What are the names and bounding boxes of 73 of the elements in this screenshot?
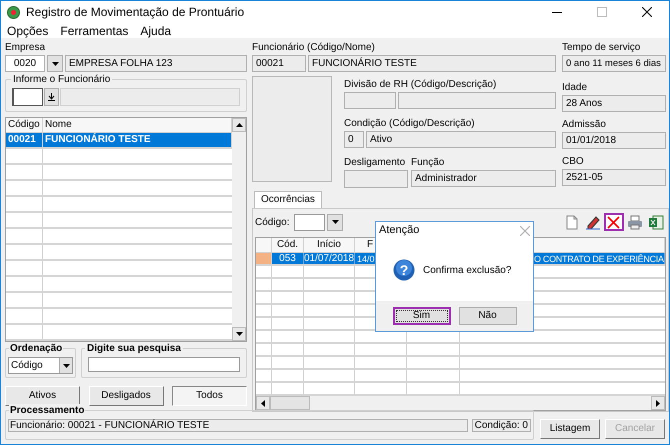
text-field[interactable]: 28 Anos [562, 95, 666, 112]
field-label: Idade [562, 81, 588, 94]
input-field[interactable] [12, 88, 43, 106]
search-field[interactable] [88, 357, 240, 372]
combo-box[interactable]: Código [8, 357, 73, 374]
close-icon [520, 226, 530, 236]
field-label: Função [411, 156, 446, 169]
table-cell: 00021 [6, 133, 43, 148]
field-label: Admissão [562, 118, 607, 131]
dropdown-button[interactable] [327, 214, 344, 230]
code-field[interactable]: 0 [344, 131, 364, 148]
description-field[interactable] [398, 92, 556, 109]
group-label: Ordenação [9, 342, 64, 355]
filter-button[interactable]: Ativos [5, 386, 80, 406]
vertical-scrollbar[interactable] [232, 118, 246, 341]
scroll-up-icon[interactable] [236, 123, 242, 128]
horizontal-scrollbar[interactable] [256, 396, 665, 410]
name-field[interactable]: EMPRESA FOLHA 123 [65, 55, 247, 72]
field-label: Código: [255, 216, 290, 228]
group-label: Digite sua pesquisa [85, 342, 183, 355]
caret-down-icon[interactable] [62, 364, 70, 368]
scroll-left-icon[interactable] [261, 400, 265, 406]
delete-icon[interactable] [604, 213, 624, 231]
input-field[interactable] [294, 214, 326, 230]
dialog-title: Atenção [379, 224, 420, 237]
field-label: Funcionário (Código/Nome) [252, 41, 376, 54]
table-cell: 053 [272, 253, 304, 264]
scroll-down-icon[interactable] [236, 332, 242, 336]
status-field: Condição: 0 [472, 419, 531, 432]
code-field[interactable]: 0020 [5, 55, 45, 72]
field-label: Condição (Código/Descrição) [344, 117, 476, 130]
text-field[interactable]: 0 ano 11 meses 6 dias [562, 55, 666, 72]
caret-down-icon [332, 220, 339, 224]
column-header[interactable]: Código [6, 118, 43, 132]
action-button[interactable]: Listagem [540, 419, 600, 439]
field-label: Tempo de serviço [562, 41, 642, 54]
menu-item[interactable]: Ajuda [140, 24, 172, 38]
table-row[interactable]: 00021 FUNCIONÁRIO TESTE [6, 133, 232, 150]
dialog-button[interactable]: Sim [392, 307, 450, 325]
filter-button[interactable]: Desligados [88, 386, 164, 406]
menu-item[interactable]: Ferramentas [60, 24, 128, 38]
column-header[interactable]: Início [304, 238, 355, 252]
name-field[interactable]: FUNCIONÁRIO TESTE [308, 55, 556, 72]
code-field[interactable] [344, 92, 396, 109]
table-cell: 01/07/2018 [304, 253, 355, 264]
maximize-icon [596, 7, 606, 17]
app-icon [7, 6, 20, 18]
window-title: Registro de Movimentação de Prontuário [26, 4, 244, 21]
text-field[interactable]: 01/01/2018 [562, 132, 666, 149]
close-icon [642, 7, 652, 17]
caret-down-icon [52, 62, 58, 66]
download-button[interactable] [44, 88, 59, 106]
text-field[interactable]: Administrador [411, 170, 556, 187]
filter-button[interactable]: Todos [172, 386, 247, 406]
column-header[interactable]: Cód. [272, 238, 304, 252]
download-icon [48, 93, 55, 101]
date-field[interactable] [344, 170, 408, 188]
dropdown-button[interactable] [47, 55, 63, 72]
scroll-thumb[interactable] [270, 396, 310, 410]
field-label: Desligamento [344, 156, 406, 169]
field-label: Divisão de RH (Código/Descrição) [344, 78, 498, 91]
menu-item[interactable]: Opções [7, 24, 48, 38]
tab[interactable]: Ocorrências [254, 191, 322, 208]
field-label: Empresa [5, 41, 46, 54]
field-label: CBO [562, 155, 585, 168]
question-mark: ? [398, 261, 410, 280]
dialog-message: Confirma exclusão? [423, 264, 512, 278]
scroll-right-icon[interactable] [656, 400, 660, 406]
dialog-button[interactable]: Não [458, 307, 516, 325]
status-field: Funcionário: 00021 - FUNCIONÁRIO TESTE [8, 419, 468, 432]
code-field[interactable]: 00021 [252, 55, 306, 72]
description-field[interactable]: Ativo [366, 131, 556, 148]
text-field[interactable]: 2521-05 [562, 169, 666, 186]
